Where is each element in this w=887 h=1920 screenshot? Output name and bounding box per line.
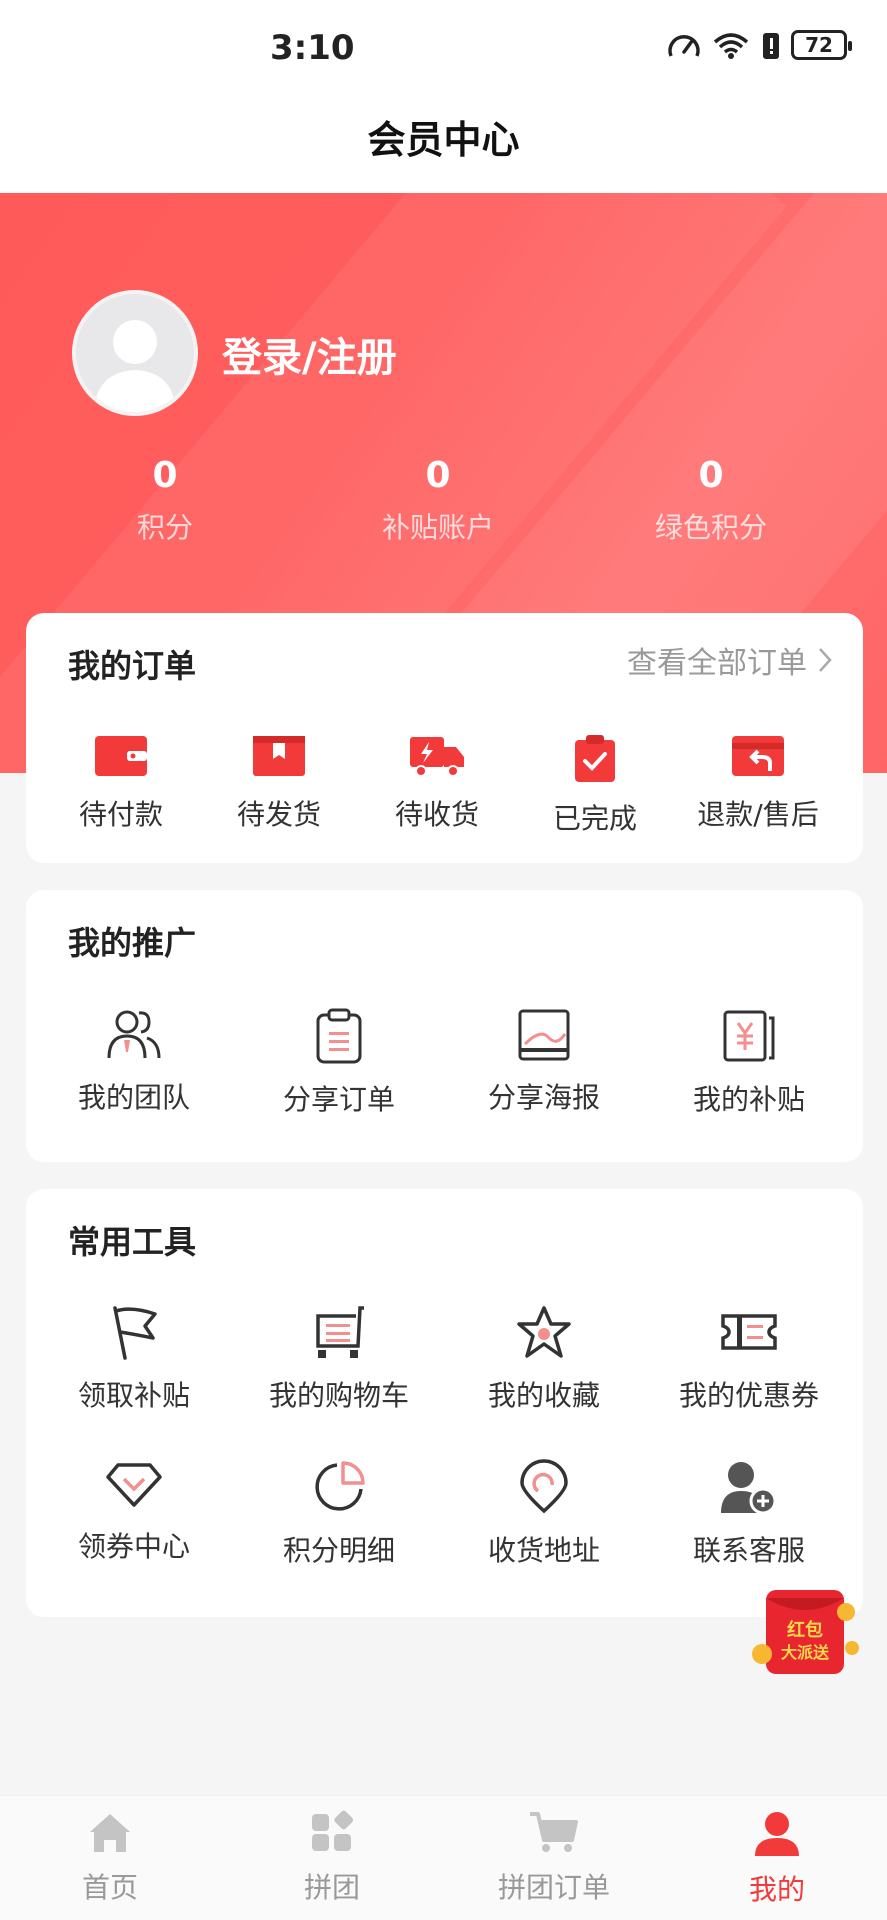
ticket-icon — [721, 1314, 777, 1350]
stat-label: 绿色积分 — [654, 511, 767, 544]
order-completed[interactable]: 已完成 — [520, 733, 670, 837]
page-title: 会员中心 — [367, 118, 520, 162]
bottom-tab-bar: 首页 拼团 拼团订单 我的 — [0, 1795, 887, 1920]
clipboard-check-icon — [575, 735, 615, 782]
tool-shipping-address[interactable]: 收货地址 — [456, 1459, 632, 1569]
order-label: 已完成 — [552, 802, 637, 835]
avatar-placeholder-icon — [94, 320, 176, 412]
tools-card: 常用工具 领取补贴 我的购物车 我的收藏 我的优惠券 领券中心 积分明细 收货地… — [26, 1189, 863, 1617]
promo-label: 分享海报 — [487, 1081, 600, 1114]
tools-title: 常用工具 — [68, 1223, 197, 1261]
promo-label: 我的团队 — [77, 1081, 190, 1114]
location-icon — [520, 1459, 568, 1514]
cart-icon — [530, 1812, 578, 1852]
status-icons: 72 — [667, 30, 852, 60]
red-envelope-icon: 红包 大派送 — [752, 1590, 859, 1674]
tab-label: 拼团 — [303, 1871, 360, 1904]
promo-share-poster[interactable]: 分享海报 — [456, 1008, 632, 1116]
tab-mine[interactable]: 我的 — [697, 1810, 857, 1908]
tool-label: 联系客服 — [692, 1534, 805, 1567]
order-pending-shipment[interactable]: 待发货 — [204, 733, 354, 833]
refund-icon — [732, 736, 784, 776]
promo-label: 我的补贴 — [692, 1083, 805, 1116]
tab-home[interactable]: 首页 — [30, 1810, 190, 1906]
promotion-card: 我的推广 我的团队 分享订单 分享海报 我的补贴 — [26, 890, 863, 1162]
stat-label: 补贴账户 — [381, 511, 494, 544]
truck-icon — [410, 737, 464, 777]
tool-points-detail[interactable]: 积分明细 — [251, 1459, 427, 1569]
speed-icon — [668, 35, 700, 57]
nav-bar: 会员中心 — [0, 95, 887, 193]
status-bar: 3:10 72 — [0, 0, 887, 95]
login-register-link[interactable]: 登录/注册 — [222, 325, 397, 383]
tab-label: 拼团订单 — [497, 1871, 610, 1904]
hongbao-text-2: 大派送 — [781, 1643, 830, 1662]
order-label: 退款/售后 — [697, 798, 819, 831]
tool-label: 领取补贴 — [77, 1379, 190, 1412]
order-label: 待发货 — [236, 798, 321, 831]
stat-subsidy-account[interactable]: 0 补贴账户 — [338, 455, 538, 546]
tool-my-favorites[interactable]: 我的收藏 — [456, 1304, 632, 1414]
wallet-icon — [95, 736, 147, 776]
stat-value: 0 — [152, 455, 178, 496]
view-all-label: 查看全部订单 — [627, 646, 807, 681]
star-icon — [517, 1306, 571, 1358]
tool-label: 我的购物车 — [268, 1379, 409, 1412]
grid-icon — [312, 1810, 354, 1851]
promo-my-subsidy[interactable]: 我的补贴 — [661, 1008, 837, 1118]
tool-my-coupons[interactable]: 我的优惠券 — [661, 1304, 837, 1414]
stat-value: 0 — [698, 455, 724, 496]
tool-contact-service[interactable]: 联系客服 — [661, 1459, 837, 1569]
tab-group-buy[interactable]: 拼团 — [252, 1810, 412, 1906]
box-icon — [253, 736, 305, 776]
order-refund[interactable]: 退款/售后 — [678, 733, 838, 833]
tab-group-orders[interactable]: 拼团订单 — [474, 1810, 634, 1906]
chevron-right-icon — [819, 648, 832, 672]
stat-label: 积分 — [136, 511, 193, 544]
battery-level: 72 — [791, 30, 852, 60]
tab-label: 我的 — [748, 1873, 805, 1906]
team-icon — [107, 1010, 161, 1059]
tool-label: 收货地址 — [487, 1534, 600, 1567]
hongbao-text-1: 红包 — [787, 1619, 823, 1641]
order-pending-payment[interactable]: 待付款 — [46, 733, 196, 833]
promo-my-team[interactable]: 我的团队 — [46, 1008, 222, 1116]
tool-claim-subsidy[interactable]: 领取补贴 — [46, 1304, 222, 1414]
tool-coupon-center[interactable]: 领券中心 — [46, 1459, 222, 1565]
clipboard-icon — [316, 1008, 362, 1064]
avatar[interactable] — [72, 290, 198, 416]
stat-points[interactable]: 0 积分 — [65, 455, 265, 546]
subsidy-icon — [723, 1010, 775, 1062]
view-all-orders-link[interactable]: 查看全部订单 — [627, 638, 833, 682]
add-user-icon — [721, 1462, 777, 1515]
clock: 3:10 — [270, 28, 355, 68]
cart-icon — [316, 1306, 364, 1358]
stat-value: 0 — [425, 455, 451, 496]
order-label: 待收货 — [394, 798, 479, 831]
tool-label: 我的优惠券 — [678, 1379, 819, 1412]
promotion-title: 我的推广 — [68, 924, 197, 962]
promo-label: 分享订单 — [282, 1083, 395, 1116]
promo-share-order[interactable]: 分享订单 — [251, 1008, 427, 1118]
poster-icon — [518, 1009, 570, 1061]
red-envelope-float-button[interactable]: 红包 大派送 — [748, 1582, 868, 1682]
tool-label: 领券中心 — [77, 1530, 190, 1563]
user-icon — [755, 1812, 799, 1856]
orders-title: 我的订单 — [68, 647, 197, 685]
stat-green-points[interactable]: 0 绿色积分 — [611, 455, 811, 546]
diamond-icon — [106, 1463, 162, 1507]
tool-label: 积分明细 — [282, 1534, 395, 1567]
order-pending-receipt[interactable]: 待收货 — [362, 733, 512, 833]
home-icon — [90, 1814, 130, 1852]
tool-label: 我的收藏 — [487, 1379, 600, 1412]
battery-alert-icon — [763, 33, 779, 59]
orders-card: 我的订单 查看全部订单 待付款 待发货 待收货 已完成 退款/售后 — [26, 613, 863, 863]
flag-icon — [113, 1306, 157, 1360]
wifi-icon — [713, 33, 749, 59]
tab-label: 首页 — [81, 1871, 138, 1904]
pie-icon — [315, 1461, 365, 1511]
order-label: 待付款 — [78, 798, 163, 831]
tool-my-cart[interactable]: 我的购物车 — [251, 1304, 427, 1414]
